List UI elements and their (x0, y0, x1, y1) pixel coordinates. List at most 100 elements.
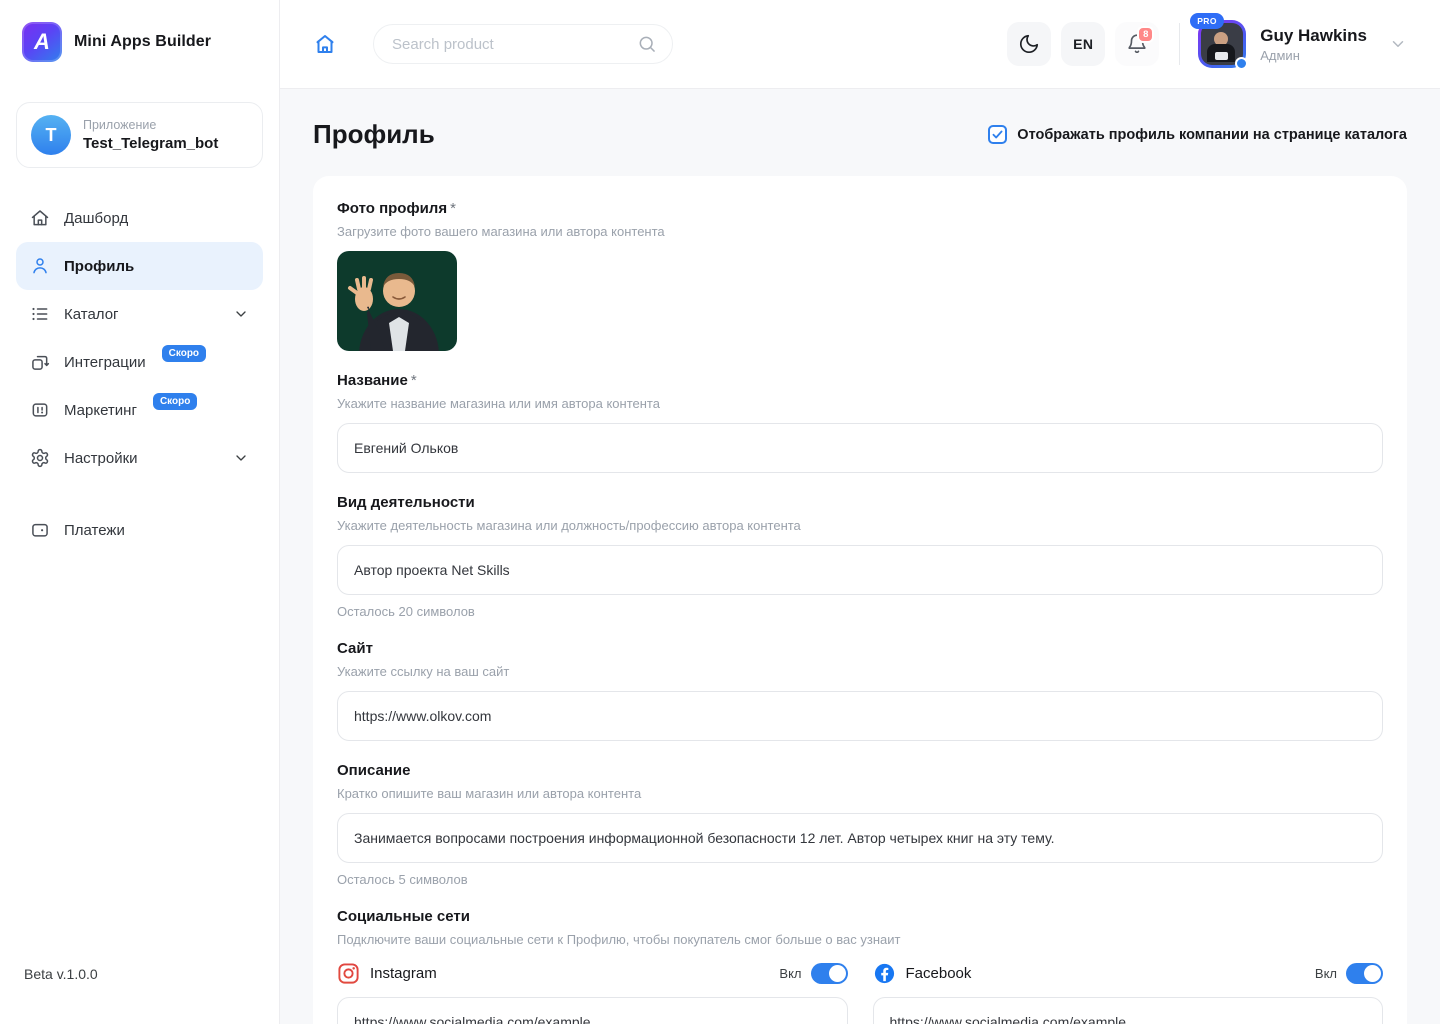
site-input[interactable] (337, 691, 1383, 741)
profile-card: Фото профиля* Загрузите фото вашего мага… (313, 176, 1407, 1024)
chevron-down-icon (233, 450, 249, 466)
home-icon (30, 208, 50, 228)
social-facebook: Facebook Вкл (873, 962, 1384, 1024)
wallet-icon (30, 520, 50, 540)
site-label: Сайт (337, 640, 1383, 657)
checkbox-icon[interactable] (988, 125, 1007, 144)
name-label: Название* (337, 372, 1383, 389)
profile-photo[interactable] (337, 251, 457, 351)
app-avatar: T (31, 115, 71, 155)
name-input[interactable] (337, 423, 1383, 473)
user-icon (30, 256, 50, 276)
catalog-visibility-checkbox[interactable]: Отображать профиль компании на странице … (988, 125, 1407, 144)
user-name: Guy Hawkins (1260, 26, 1367, 46)
gear-icon (30, 448, 50, 468)
description-counter: Осталось 5 символов (337, 872, 1383, 887)
instagram-toggle[interactable] (811, 963, 848, 984)
sidebar-nav: Дашборд Профиль Каталог Интеграции Скоро (16, 194, 263, 554)
sidebar-item-settings[interactable]: Настройки (16, 434, 263, 482)
toggle-label: Вкл (1315, 966, 1337, 981)
app-card-name: Test_Telegram_bot (83, 135, 218, 152)
nav-spacer (16, 482, 263, 506)
user-role: Админ (1260, 48, 1367, 63)
sidebar-item-label: Маркетинг (64, 402, 137, 419)
app-card-label: Приложение (83, 118, 218, 132)
app-title: Mini Apps Builder (74, 33, 211, 51)
instagram-url-input[interactable] (337, 997, 848, 1024)
sidebar-item-payments[interactable]: Платежи (16, 506, 263, 554)
sidebar-item-integrations[interactable]: Интеграции Скоро (16, 338, 263, 386)
social-hint: Подключите ваши социальные сети к Профил… (337, 932, 1383, 947)
facebook-toggle[interactable] (1346, 963, 1383, 984)
sidebar: A Mini Apps Builder T Приложение Test_Te… (0, 0, 280, 1024)
description-input[interactable] (337, 813, 1383, 863)
app-card-texts: Приложение Test_Telegram_bot (83, 118, 218, 152)
name-section: Название* Укажите название магазина или … (337, 372, 1383, 473)
facebook-url-input[interactable] (873, 997, 1384, 1024)
facebook-icon (873, 962, 896, 985)
social-network-name: Instagram (370, 965, 437, 982)
site-section: Сайт Укажите ссылку на ваш сайт (337, 640, 1383, 741)
current-app-card[interactable]: T Приложение Test_Telegram_bot (16, 102, 263, 168)
language-button[interactable]: EN (1061, 22, 1105, 66)
catalog-icon (30, 304, 50, 324)
search-icon (637, 34, 657, 54)
soon-badge: Скоро (162, 345, 206, 362)
marketing-icon (30, 400, 50, 420)
activity-input[interactable] (337, 545, 1383, 595)
photo-hint: Загрузите фото вашего магазина или автор… (337, 224, 1383, 239)
photo-section: Фото профиля* Загрузите фото вашего мага… (337, 200, 1383, 351)
sidebar-item-label: Дашборд (64, 210, 128, 227)
avatar: PRO (1198, 20, 1246, 68)
version-label: Beta v.1.0.0 (24, 966, 98, 982)
activity-label: Вид деятельности (337, 494, 1383, 511)
activity-hint: Укажите деятельность магазина или должно… (337, 518, 1383, 533)
soon-badge: Скоро (153, 393, 197, 410)
chevron-down-icon[interactable] (1389, 35, 1407, 53)
integrations-icon (30, 352, 50, 372)
sidebar-item-profile[interactable]: Профиль (16, 242, 263, 290)
notifications-button[interactable]: 8 (1115, 22, 1159, 66)
header-divider (1179, 23, 1180, 65)
sidebar-item-label: Интеграции (64, 354, 146, 371)
chevron-down-icon (233, 306, 249, 322)
main-content: Профиль Отображать профиль компании на с… (280, 89, 1440, 1024)
pro-badge: PRO (1190, 13, 1224, 29)
user-info: Guy Hawkins Админ (1260, 26, 1367, 63)
social-network-name: Facebook (906, 965, 972, 982)
sidebar-item-marketing[interactable]: Маркетинг Скоро (16, 386, 263, 434)
sidebar-item-dashboard[interactable]: Дашборд (16, 194, 263, 242)
name-hint: Укажите название магазина или имя автора… (337, 396, 1383, 411)
search-field (373, 24, 673, 64)
sidebar-item-label: Платежи (64, 522, 125, 539)
instagram-icon (337, 962, 360, 985)
activity-section: Вид деятельности Укажите деятельность ма… (337, 494, 1383, 619)
notification-badge: 8 (1137, 26, 1154, 43)
sidebar-item-label: Профиль (64, 258, 134, 275)
sidebar-item-catalog[interactable]: Каталог (16, 290, 263, 338)
user-menu[interactable]: PRO Guy Hawkins Админ (1198, 20, 1407, 68)
social-instagram: Instagram Вкл (337, 962, 848, 1024)
search-input[interactable] (373, 24, 673, 64)
description-hint: Кратко опишите ваш магазин или автора ко… (337, 786, 1383, 801)
sidebar-item-label: Каталог (64, 306, 119, 323)
header-actions: EN 8 PRO Guy Hawkins Админ (997, 20, 1407, 68)
app-logo: A Mini Apps Builder (0, 0, 279, 72)
logo-letter: A (34, 29, 50, 55)
description-section: Описание Кратко опишите ваш магазин или … (337, 762, 1383, 887)
home-button[interactable] (313, 32, 337, 56)
photo-label: Фото профиля* (337, 200, 1383, 217)
toggle-label: Вкл (779, 966, 801, 981)
online-status-dot (1235, 57, 1248, 70)
social-label: Социальные сети (337, 908, 1383, 925)
description-label: Описание (337, 762, 1383, 779)
moon-icon (1018, 33, 1040, 55)
activity-counter: Осталось 20 символов (337, 604, 1383, 619)
sidebar-item-label: Настройки (64, 450, 138, 467)
page-title: Профиль (313, 119, 435, 150)
theme-toggle-button[interactable] (1007, 22, 1051, 66)
header: EN 8 PRO Guy Hawkins Админ (280, 0, 1440, 89)
checkbox-label: Отображать профиль компании на странице … (1017, 127, 1407, 143)
social-section: Социальные сети Подключите ваши социальн… (337, 908, 1383, 1024)
site-hint: Укажите ссылку на ваш сайт (337, 664, 1383, 679)
